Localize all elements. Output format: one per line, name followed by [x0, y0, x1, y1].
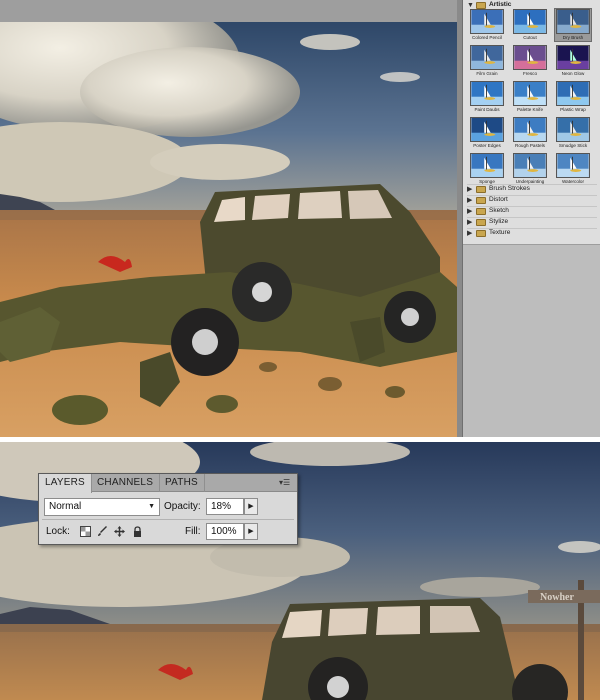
filter-thumb[interactable]: Smudge Stick	[555, 117, 591, 149]
folder-icon	[476, 208, 486, 215]
filter-thumb-label: Plastic Wrap	[560, 107, 586, 112]
fill-arrow-button[interactable]: ▶	[244, 523, 258, 540]
chevron-down-icon: ▼	[148, 503, 155, 510]
filter-preview-image	[513, 117, 547, 142]
filter-preview-image	[556, 117, 590, 142]
filter-thumb[interactable]: Fresco	[512, 45, 548, 77]
collapsed-triangle-icon: ▶	[467, 197, 473, 204]
category-brush-strokes[interactable]: ▶ Brush Strokes	[467, 184, 597, 194]
collapsed-triangle-icon: ▶	[467, 219, 473, 226]
filter-thumb[interactable]: Film Grain	[469, 45, 505, 77]
filter-thumb-label: Palette Knife	[516, 107, 544, 112]
filter-thumbnails: Colored Pencil Cutout Dry Brush Film Grain F…	[469, 8, 597, 185]
layers-panel: LAYERS CHANNELS PATHS ▾☰ Normal ▼ Opacit…	[38, 473, 298, 545]
category-label: Artistic	[489, 0, 512, 8]
panel-divider	[42, 519, 294, 520]
opacity-arrow-button[interactable]: ▶	[244, 498, 258, 515]
filter-thumb-label: Neon Glow	[561, 71, 585, 76]
filter-thumb[interactable]: Sponge	[469, 153, 505, 185]
blend-mode-value: Normal	[49, 501, 82, 512]
filter-preview-image	[513, 45, 547, 70]
filter-thumb-label: Colored Pencil	[472, 35, 502, 40]
filter-thumb[interactable]: Poster Edges	[469, 117, 505, 149]
collapsed-triangle-icon: ▶	[467, 208, 473, 215]
fill-label: Fill:	[185, 526, 201, 537]
move-icon[interactable]	[114, 526, 125, 537]
filter-thumb[interactable]: Paint Daubs	[469, 81, 505, 113]
filter-preview-image	[470, 153, 504, 178]
folder-icon	[476, 186, 486, 193]
folder-icon	[476, 230, 486, 237]
tab-channels[interactable]: CHANNELS	[91, 474, 161, 492]
preview-toolbar	[0, 0, 462, 22]
filter-thumb-label: Poster Edges	[473, 143, 501, 148]
filter-thumb-label: Smudge Stick	[558, 143, 588, 148]
category-distort[interactable]: ▶ Distort	[467, 195, 597, 205]
panel-menu-icon[interactable]: ▾☰	[279, 477, 293, 488]
signpost-text: Nowher	[540, 592, 574, 603]
lock-all-icon[interactable]	[132, 526, 143, 537]
filter-gallery-window: ▼ Artistic Colored Pencil Cutout Dry Brush…	[0, 0, 600, 437]
opacity-input[interactable]: 18%	[206, 498, 244, 515]
lock-transparent-pixels-icon[interactable]	[80, 526, 91, 537]
filter-thumb[interactable]: Plastic Wrap	[555, 81, 591, 113]
filter-thumb-label: Rough Pastels	[515, 143, 545, 148]
category-texture[interactable]: ▶ Texture	[467, 228, 597, 238]
filter-thumb-label: Fresco	[522, 71, 538, 76]
tab-paths[interactable]: PATHS	[159, 474, 205, 492]
category-label: Stylize	[489, 218, 509, 226]
category-stylize[interactable]: ▶ Stylize	[467, 217, 597, 227]
folder-icon	[476, 1, 486, 9]
preview-canvas[interactable]	[0, 22, 457, 437]
panel-tabs: LAYERS CHANNELS PATHS ▾☰	[39, 474, 297, 493]
filter-thumb[interactable]: Palette Knife	[512, 81, 548, 113]
filter-preview-image	[556, 45, 590, 70]
filter-gallery-panel: ▼ Artistic Colored Pencil Cutout Dry Brush…	[462, 0, 600, 437]
expanded-triangle-icon: ▼	[467, 1, 474, 9]
category-label: Sketch	[489, 207, 509, 215]
filter-thumb[interactable]: Watercolor	[555, 153, 591, 185]
filter-thumb-label: Cutout	[523, 35, 537, 40]
brush-icon[interactable]	[97, 526, 108, 537]
filter-thumb-label: Paint Daubs	[474, 107, 500, 112]
filter-thumb[interactable]: Neon Glow	[555, 45, 591, 77]
filter-thumb-label: Dry Brush	[562, 35, 584, 40]
filter-thumb[interactable]: Rough Pastels	[512, 117, 548, 149]
filter-thumb[interactable]: Underpainting	[512, 153, 548, 185]
filter-thumb[interactable]: Colored Pencil	[469, 9, 505, 41]
folder-icon	[476, 197, 486, 204]
blend-mode-select[interactable]: Normal ▼	[44, 498, 160, 516]
folder-icon	[476, 219, 486, 226]
category-label: Texture	[489, 229, 511, 237]
filter-preview-image	[470, 45, 504, 70]
category-sketch[interactable]: ▶ Sketch	[467, 206, 597, 216]
category-label: Distort	[489, 196, 508, 204]
collapsed-triangle-icon: ▶	[467, 186, 473, 193]
lock-label: Lock:	[46, 526, 70, 537]
filter-thumb[interactable]: Dry Brush	[554, 8, 592, 42]
category-label: Brush Strokes	[489, 185, 530, 193]
filter-preview-image	[556, 81, 590, 106]
filter-preview-image	[556, 153, 590, 178]
filter-thumb-label: Film Grain	[476, 71, 498, 76]
filter-preview-image	[513, 153, 547, 178]
tab-layers[interactable]: LAYERS	[39, 474, 92, 493]
gallery-empty-area	[463, 244, 600, 437]
filter-preview-image	[513, 9, 547, 34]
collapsed-triangle-icon: ▶	[467, 230, 473, 237]
filter-preview-image	[470, 81, 504, 106]
filter-thumb[interactable]: Cutout	[512, 9, 548, 41]
opacity-label: Opacity:	[164, 501, 201, 512]
fill-input[interactable]: 100%	[206, 523, 244, 540]
filter-preview-image	[513, 81, 547, 106]
filter-preview-image	[470, 117, 504, 142]
filter-preview-image	[470, 9, 504, 34]
filter-preview-image	[556, 9, 590, 34]
